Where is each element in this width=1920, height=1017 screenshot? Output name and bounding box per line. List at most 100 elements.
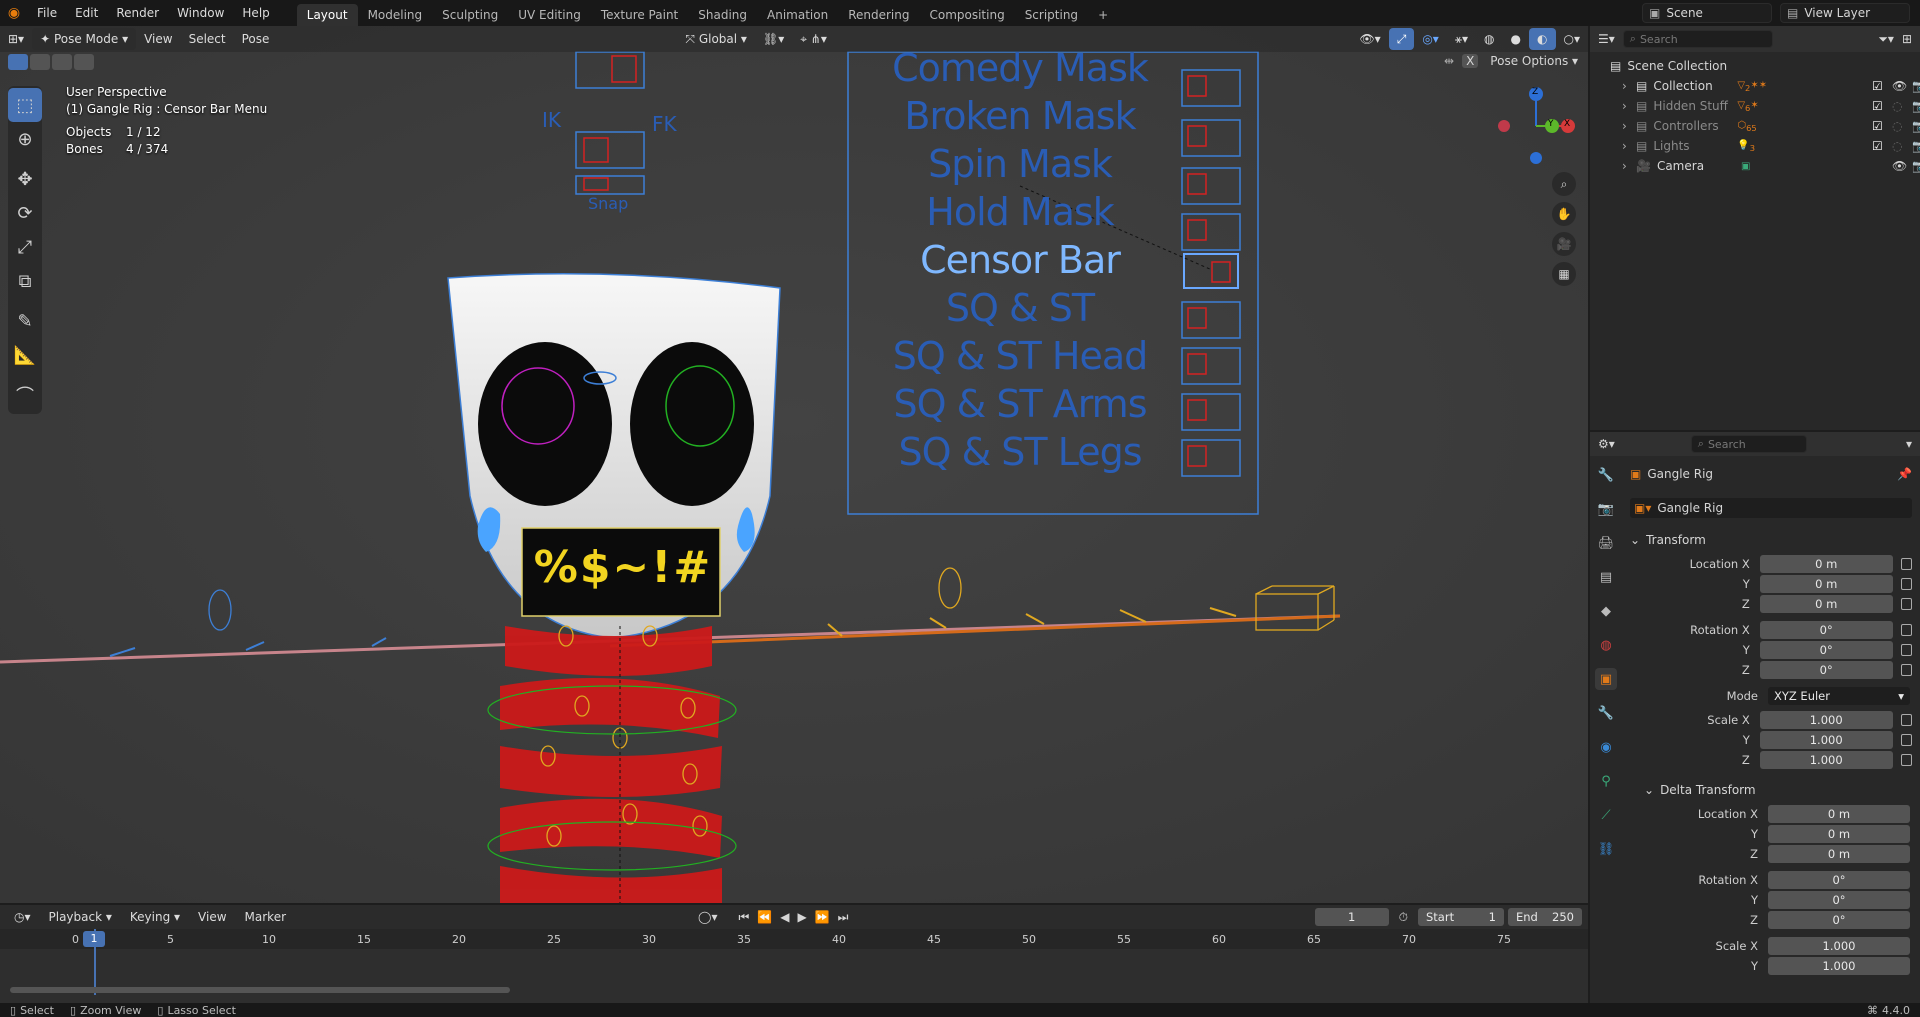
tab-sculpting[interactable]: Sculpting bbox=[432, 4, 508, 26]
select-invert-icon[interactable] bbox=[74, 54, 94, 70]
shading-wireframe-icon[interactable]: ◍ bbox=[1476, 28, 1502, 50]
menu-help[interactable]: Help bbox=[233, 0, 278, 26]
render-camera-icon[interactable]: 📷 bbox=[1912, 99, 1920, 113]
editor-type-icon[interactable]: ⊞▾ bbox=[0, 28, 32, 50]
add-workspace-button[interactable]: + bbox=[1088, 4, 1118, 26]
timeline-menu-keying[interactable]: Keying ▾ bbox=[122, 906, 188, 928]
lock-icon[interactable] bbox=[1900, 734, 1912, 746]
location-z-field[interactable]: 0 m bbox=[1759, 595, 1893, 613]
expand-icon[interactable]: › bbox=[1622, 79, 1636, 93]
object-tab-icon[interactable]: ▣ bbox=[1595, 668, 1617, 690]
zoom-icon[interactable]: ⌕ bbox=[1552, 172, 1576, 196]
modifier-tab-icon[interactable]: 🔧 bbox=[1595, 702, 1617, 724]
menu-window[interactable]: Window bbox=[168, 0, 233, 26]
menu-file[interactable]: File bbox=[28, 0, 66, 26]
delta-location-y-field[interactable]: 0 m bbox=[1768, 825, 1910, 843]
board-item-censor-bar[interactable]: Censor Bar bbox=[880, 236, 1160, 284]
output-tab-icon[interactable]: 🖨 bbox=[1595, 532, 1617, 554]
transform-panel-header[interactable]: ⌄ Transform bbox=[1630, 530, 1912, 550]
bone-constraint-tab-icon[interactable]: ⛓ bbox=[1595, 838, 1617, 860]
overlay-toggle-icon[interactable]: ◎▾ bbox=[1414, 28, 1447, 50]
delta-scale-y-field[interactable]: 1.000 bbox=[1768, 957, 1910, 975]
tab-animation[interactable]: Animation bbox=[757, 4, 838, 26]
properties-editor-icon[interactable]: ⚙▾ bbox=[1598, 437, 1615, 451]
chevron-down-icon[interactable]: ▾ bbox=[1906, 437, 1912, 451]
end-frame-field[interactable]: End 250 bbox=[1508, 908, 1582, 926]
tab-texture-paint[interactable]: Texture Paint bbox=[591, 4, 688, 26]
expand-icon[interactable]: › bbox=[1622, 99, 1636, 113]
select-new-icon[interactable] bbox=[8, 54, 28, 70]
tab-layout[interactable]: Layout bbox=[296, 4, 358, 26]
lock-icon[interactable] bbox=[1900, 624, 1912, 636]
expand-icon[interactable]: › bbox=[1622, 159, 1636, 173]
exclude-checkbox[interactable]: ☑ bbox=[1872, 99, 1883, 113]
tab-shading[interactable]: Shading bbox=[688, 4, 757, 26]
viewport-menu-select[interactable]: Select bbox=[181, 28, 234, 50]
viewport-menu-pose[interactable]: Pose bbox=[234, 28, 278, 50]
gizmo-toggle-icon[interactable]: ⤢ bbox=[1388, 28, 1415, 50]
record-icon[interactable]: ◯▾ bbox=[698, 910, 717, 924]
timeline-menu-view[interactable]: View bbox=[190, 906, 234, 928]
tab-rendering[interactable]: Rendering bbox=[838, 4, 919, 26]
start-frame-field[interactable]: Start 1 bbox=[1418, 908, 1504, 926]
viewport-menu-view[interactable]: View bbox=[136, 28, 180, 50]
3d-viewport[interactable]: Comedy Mask Broken Mask Spin Mask Hold M… bbox=[0, 26, 1588, 903]
outliner-item-collection[interactable]: › ▤ Collection ▽2✶✶ ☑ 👁 📷 bbox=[1610, 76, 1920, 96]
outliner-item-controllers[interactable]: › ▤ Controllers ⬡65 ☑ ◌ 📷 bbox=[1610, 116, 1920, 136]
render-tab-icon[interactable]: 📷 bbox=[1595, 498, 1617, 520]
board-item-sq-st-head[interactable]: SQ & ST Head bbox=[880, 332, 1160, 380]
render-camera-icon[interactable]: 📷 bbox=[1912, 79, 1920, 93]
grid-view-icon[interactable]: ▦ bbox=[1552, 262, 1576, 286]
shading-rendered-icon[interactable]: ○▾ bbox=[1556, 28, 1589, 50]
play-icon[interactable]: ▶ bbox=[797, 910, 806, 924]
shading-material-icon[interactable]: ◐ bbox=[1529, 28, 1556, 50]
delta-rotation-z-field[interactable]: 0° bbox=[1768, 911, 1910, 929]
move-tool-icon[interactable]: ✥ bbox=[8, 162, 42, 196]
outliner-editor-icon[interactable]: ☰▾ bbox=[1598, 32, 1615, 46]
jump-end-icon[interactable]: ⏭ bbox=[838, 910, 849, 925]
scene-tab-icon[interactable]: ◆ bbox=[1595, 600, 1617, 622]
view-layer-selector[interactable]: ▤ View Layer bbox=[1780, 3, 1910, 23]
lock-icon[interactable] bbox=[1900, 754, 1912, 766]
scale-x-field[interactable]: 1.000 bbox=[1759, 711, 1893, 729]
menu-render[interactable]: Render bbox=[107, 0, 168, 26]
outliner-item-lights[interactable]: › ▤ Lights 💡3 ☑ ◌ 📷 bbox=[1610, 136, 1920, 156]
outliner-item-hidden-stuff[interactable]: › ▤ Hidden Stuff ▽6✶ ☑ ◌ 📷 bbox=[1610, 96, 1920, 116]
board-item-hold-mask[interactable]: Hold Mask bbox=[880, 188, 1160, 236]
timeline-scrollbar[interactable] bbox=[10, 987, 510, 993]
render-camera-icon[interactable]: 📷 bbox=[1912, 139, 1920, 153]
constraint-tab-icon[interactable]: ⚲ bbox=[1595, 770, 1617, 792]
tab-modeling[interactable]: Modeling bbox=[358, 4, 433, 26]
menu-edit[interactable]: Edit bbox=[66, 0, 107, 26]
symmetry-icon[interactable]: ⇹ bbox=[1444, 54, 1454, 68]
world-tab-icon[interactable]: ◍ bbox=[1595, 634, 1617, 656]
bone-relax-tool-icon[interactable]: ⌒ bbox=[8, 378, 42, 412]
delta-rotation-x-field[interactable]: 0° bbox=[1768, 871, 1910, 889]
scale-tool-icon[interactable]: ⤢ bbox=[8, 230, 42, 264]
delta-transform-header[interactable]: ⌄ Delta Transform bbox=[1630, 780, 1912, 800]
select-subtract-icon[interactable] bbox=[52, 54, 72, 70]
pin-icon[interactable]: 📌 bbox=[1897, 467, 1912, 481]
shading-solid-icon[interactable]: ● bbox=[1503, 28, 1529, 50]
expand-icon[interactable]: › bbox=[1622, 139, 1636, 153]
tab-scripting[interactable]: Scripting bbox=[1015, 4, 1088, 26]
delta-location-z-field[interactable]: 0 m bbox=[1768, 845, 1910, 863]
rotation-x-field[interactable]: 0° bbox=[1759, 621, 1893, 639]
rotate-tool-icon[interactable]: ⟳ bbox=[8, 196, 42, 230]
prev-keyframe-icon[interactable]: ⏪ bbox=[757, 910, 772, 924]
board-item-spin-mask[interactable]: Spin Mask bbox=[880, 140, 1160, 188]
scene-selector[interactable]: ▣ Scene bbox=[1642, 3, 1772, 23]
tab-compositing[interactable]: Compositing bbox=[919, 4, 1014, 26]
camera-view-icon[interactable]: 🎥 bbox=[1552, 232, 1576, 256]
current-frame-field[interactable]: 1 bbox=[1314, 908, 1389, 926]
location-x-field[interactable]: 0 m bbox=[1759, 555, 1893, 573]
filter-icon[interactable]: ⏷▾ bbox=[1878, 32, 1894, 47]
transform-orientation-selector[interactable]: ⤧ Global ▾ bbox=[677, 28, 755, 50]
delta-scale-x-field[interactable]: 1.000 bbox=[1768, 937, 1910, 955]
pose-options-button[interactable]: Pose Options ▾ bbox=[1486, 54, 1582, 68]
timeline-menu-playback[interactable]: Playback ▾ bbox=[41, 906, 120, 928]
transform-tool-icon[interactable]: ⧉ bbox=[8, 264, 42, 298]
xray-toggle-icon[interactable]: ⚹▾ bbox=[1447, 28, 1476, 50]
rotation-z-field[interactable]: 0° bbox=[1759, 661, 1893, 679]
lock-icon[interactable] bbox=[1900, 578, 1912, 590]
